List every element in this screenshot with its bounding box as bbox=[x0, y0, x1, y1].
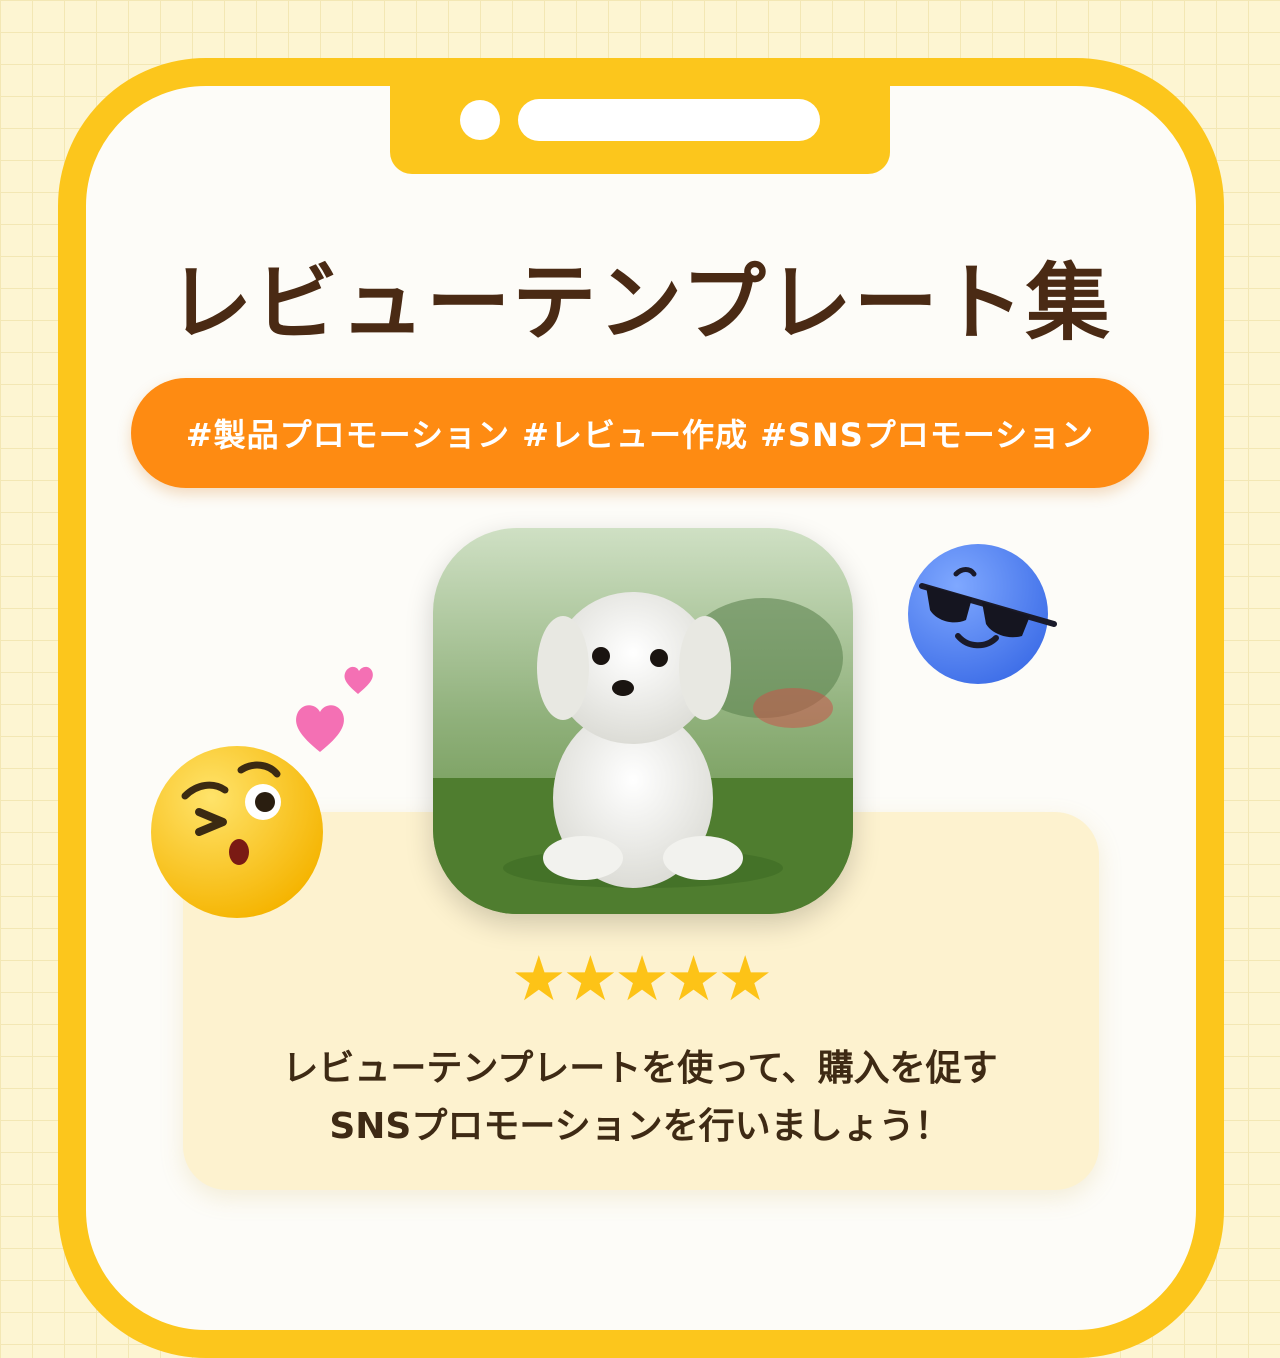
phone-notch bbox=[390, 58, 890, 174]
rating-stars: ★★★★★ bbox=[511, 942, 773, 1015]
wink-emoji-icon bbox=[151, 746, 323, 918]
hashtag-pill: #製品プロモーション #レビュー作成 #SNSプロモーション bbox=[131, 378, 1149, 488]
sunglasses-emoji-icon bbox=[908, 544, 1057, 684]
hashtag-text: #製品プロモーション #レビュー作成 #SNSプロモーション bbox=[185, 416, 1095, 454]
promo-message: レビューテンプレートを使って、購入を促す SNSプロモーションを行いましょう！ bbox=[0, 1040, 1280, 1155]
camera-dot-icon bbox=[460, 100, 500, 140]
hearts-icon bbox=[296, 666, 373, 752]
speaker-bar bbox=[518, 99, 820, 141]
puppy-photo bbox=[433, 528, 853, 914]
page-title: レビューテンプレート集 bbox=[168, 254, 1112, 352]
promo-message-line2: SNSプロモーションを行いましょう！ bbox=[329, 1105, 951, 1147]
promo-message-line1: レビューテンプレートを使って、購入を促す bbox=[282, 1048, 998, 1089]
